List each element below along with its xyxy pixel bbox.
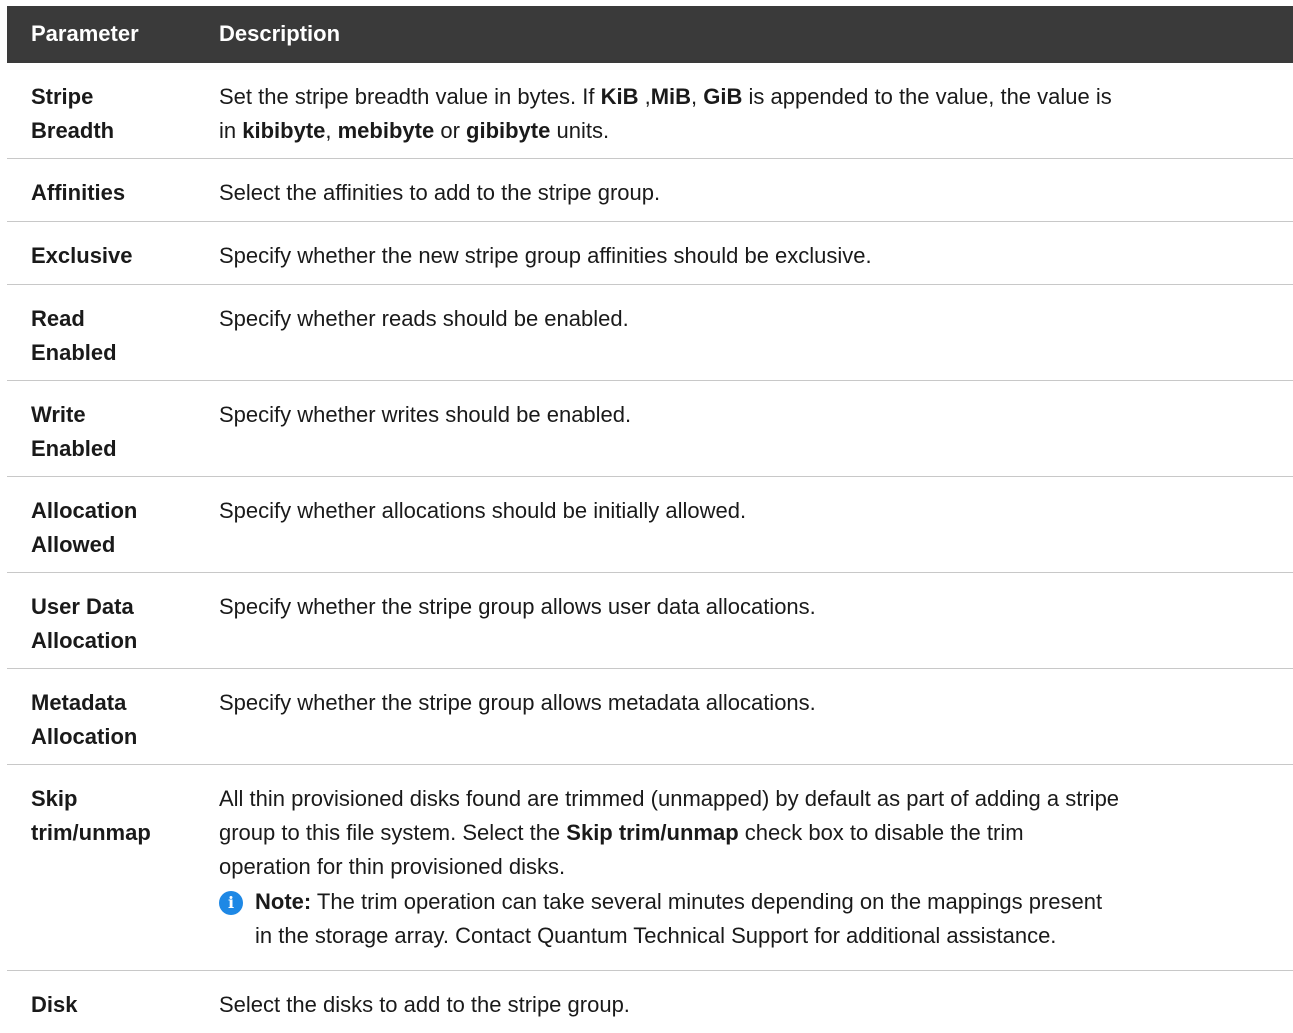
param-name: Stripe Breadth [31, 84, 115, 143]
param-description: Specify whether the stripe group allows … [219, 594, 816, 619]
param-description: Specify whether writes should be enabled… [219, 402, 632, 427]
param-description: Specify whether the new stripe group aff… [219, 243, 872, 268]
table-row: Affinities Select the affinities to add … [7, 159, 1293, 222]
table-row: Allocation Allowed Specify whether alloca… [7, 477, 1293, 573]
param-description: Set the stripe breadth value in bytes. I… [219, 84, 1112, 143]
param-name: Read Enabled [31, 306, 117, 365]
table-row: Read Enabled Specify whether reads should… [7, 285, 1293, 381]
table-header: Parameter Description [7, 6, 1293, 63]
param-name: Skip trim/unmap [31, 786, 151, 845]
param-description: Specify whether the stripe group allows … [219, 690, 816, 715]
param-name: Exclusive [31, 243, 133, 268]
table-row: Stripe Breadth Set the stripe breadth va… [7, 63, 1293, 159]
table-row: Skip trim/unmap All thin provisioned disk… [7, 765, 1293, 971]
param-description: Specify whether reads should be enabled. [219, 306, 629, 331]
header-description: Description [219, 21, 341, 46]
table-row: User Data Allocation Specify whether the … [7, 573, 1293, 669]
param-name: Affinities [31, 180, 126, 205]
param-name: Metadata Allocation [31, 690, 138, 749]
param-description: Select the disks to add to the stripe gr… [219, 992, 630, 1017]
param-name: Write Enabled [31, 402, 117, 461]
param-name: Allocation Allowed [31, 498, 138, 557]
param-description: All thin provisioned disks found are tri… [219, 786, 1120, 879]
header-parameter: Parameter [31, 21, 139, 46]
param-description: Select the affinities to add to the stri… [219, 180, 661, 205]
param-name: Disk [31, 992, 78, 1017]
param-name: User Data Allocation [31, 594, 138, 653]
table-row: Metadata Allocation Specify whether the s… [7, 669, 1293, 765]
info-icon: i [219, 891, 243, 915]
table-row: Write Enabled Specify whether writes shou… [7, 381, 1293, 477]
note-text: Note: The trim operation can take severa… [255, 889, 1103, 948]
param-description: Specify whether allocations should be in… [219, 498, 747, 523]
table-row: Disk Select the disks to add to the stri… [7, 971, 1293, 1033]
table-row: Exclusive Specify whether the new stripe… [7, 222, 1293, 285]
